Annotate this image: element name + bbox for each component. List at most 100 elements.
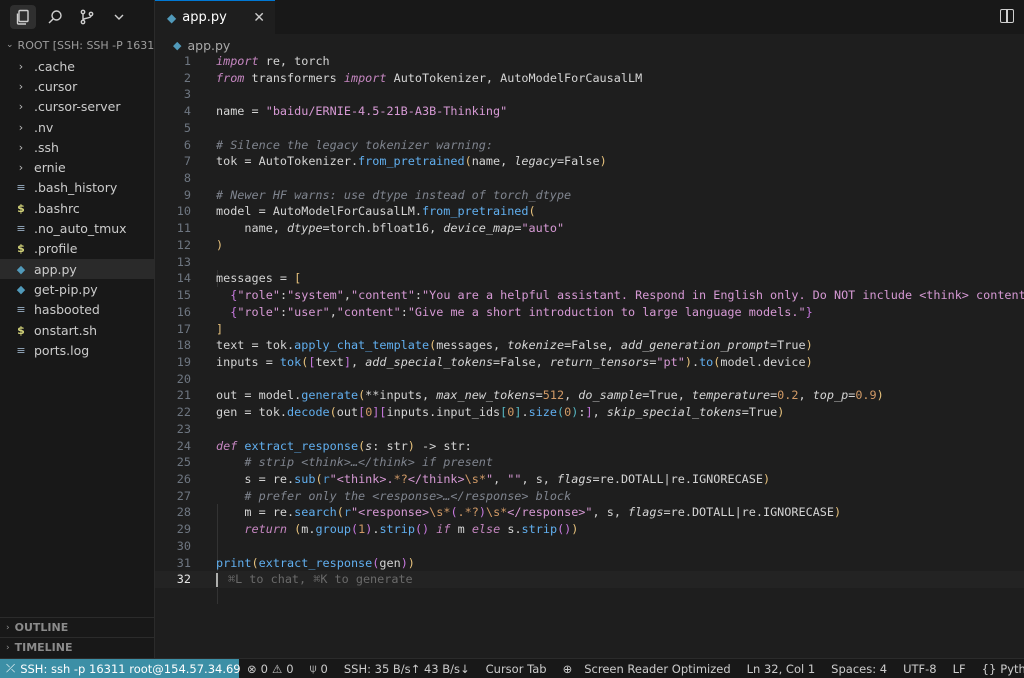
- python-file-icon: ◆: [16, 282, 26, 296]
- cursor-tab-label: Cursor Tab: [485, 661, 547, 676]
- code-line-current[interactable]: 32 ⌘L to chat, ⌘K to generate: [155, 571, 1024, 588]
- tree-item-label: onstart.sh: [34, 322, 98, 338]
- tree-item[interactable]: ◆ app.py: [0, 258, 154, 280]
- line-ending[interactable]: LF: [945, 662, 974, 676]
- code-text: # prefer only the <response>…</response>…: [244, 488, 572, 503]
- line-number: 31: [176, 555, 191, 570]
- line-number: 9: [183, 187, 191, 202]
- warning-count: 0: [286, 661, 294, 676]
- search-icon: [48, 10, 62, 24]
- outline-section[interactable]: › OUTLINE: [0, 617, 155, 637]
- cursor-position[interactable]: Ln 32, Col 1: [739, 662, 824, 676]
- antenna-icon: ⍦: [309, 661, 317, 675]
- code-line: 26 s = re.sub(r"<think>.*?</think>\s*", …: [155, 471, 1024, 488]
- tree-item[interactable]: ≡ ports.log: [0, 340, 154, 360]
- tree-item-label: ports.log: [34, 342, 90, 358]
- language-mode[interactable]: {} Python: [974, 662, 1024, 676]
- code-text: ⌘L to chat, ⌘K to generate: [216, 571, 413, 588]
- tree-item[interactable]: ≡ .no_auto_tmux: [0, 218, 154, 238]
- code-text: gen = tok.decode(out[0][inputs.input_ids…: [216, 405, 785, 420]
- code-line: 7 tok = AutoTokenizer.from_pretrained(nam…: [155, 153, 1024, 170]
- line-number: 21: [176, 388, 191, 403]
- python-file-icon: ◆: [173, 38, 182, 52]
- code-text: ): [216, 237, 224, 252]
- tree-item[interactable]: $ onstart.sh: [0, 320, 154, 340]
- tree-item[interactable]: › ernie: [0, 157, 154, 177]
- code-line: 20: [155, 371, 1024, 388]
- close-icon[interactable]: ✕: [253, 10, 265, 26]
- cursor-tab-status[interactable]: Cursor Tab: [478, 662, 555, 676]
- code-line: 3: [155, 86, 1024, 103]
- code-line: 29 return (m.group(1).strip() if m else …: [155, 521, 1024, 538]
- code-line: 6 # Silence the legacy tokenizer warning:: [155, 137, 1024, 154]
- tree-item[interactable]: ≡ hasbooted: [0, 300, 154, 320]
- indentation[interactable]: Spaces: 4: [823, 662, 895, 676]
- code-line: 27 # prefer only the <response>…</respon…: [155, 488, 1024, 505]
- remote-indicator[interactable]: ⤫ SSH: ssh -p 16311 root@154.57.34.69: [0, 658, 241, 678]
- line-number: 24: [176, 438, 191, 453]
- tree-item-label: .no_auto_tmux: [34, 221, 127, 237]
- problems-indicator[interactable]: ⊗ 0 ⚠ 0: [239, 662, 302, 676]
- indentation-label: Spaces: 4: [831, 661, 888, 676]
- source-control-button[interactable]: [74, 5, 100, 29]
- screen-reader-status[interactable]: ⊕ Screen Reader Optimized: [555, 662, 739, 676]
- tree-item-label: .ssh: [34, 139, 59, 155]
- code-text: name, dtype=torch.bfloat16, device_map="…: [216, 221, 565, 236]
- code-line: 18 text = tok.apply_chat_template(message…: [155, 337, 1024, 354]
- search-view-button[interactable]: [42, 5, 68, 29]
- chevron-right-icon: ›: [18, 79, 24, 93]
- code-text: tok = AutoTokenizer.from_pretrained(name…: [216, 154, 607, 169]
- code-line: 25 # strip <think>…</think> if present: [155, 454, 1024, 471]
- code-text: messages = [: [216, 271, 302, 286]
- code-text: from transformers import AutoTokenizer, …: [216, 70, 643, 85]
- tree-item-label: app.py: [34, 261, 77, 277]
- tree-item[interactable]: › .ssh: [0, 137, 154, 157]
- tree-item[interactable]: › .cache: [0, 56, 154, 76]
- code-text: name = "baidu/ERNIE-4.5-21B-A3B-Thinking…: [216, 104, 508, 119]
- workspace-root-header[interactable]: ⌄ ROOT [SSH: SSH -P 16311 ...: [0, 34, 154, 56]
- tree-item[interactable]: ◆ get-pip.py: [0, 279, 154, 299]
- outline-label: OUTLINE: [14, 621, 69, 634]
- code-line: 30: [155, 538, 1024, 555]
- more-views-button[interactable]: [106, 5, 132, 29]
- chevron-right-icon: ›: [18, 120, 24, 134]
- tree-item-label: get-pip.py: [34, 281, 98, 297]
- encoding-label: UTF-8: [903, 661, 937, 676]
- tree-item[interactable]: › .cursor: [0, 76, 154, 96]
- code-line: 2 from transformers import AutoTokenizer,…: [155, 70, 1024, 87]
- chevron-right-icon: ›: [6, 642, 10, 653]
- ssh-rate[interactable]: SSH: 35 B/s↑ 43 B/s↓: [336, 662, 478, 676]
- code-editor[interactable]: 1 import re, torch 2 from transformers imp…: [155, 53, 1024, 604]
- tree-item[interactable]: $ .bashrc: [0, 198, 154, 218]
- explorer-sidebar: ⌄ ROOT [SSH: SSH -P 16311 ... › .cache › .c…: [0, 0, 155, 658]
- code-text: {"role":"system","content":"You are a he…: [230, 288, 1024, 303]
- encoding[interactable]: UTF-8: [895, 662, 945, 676]
- explorer-view-button[interactable]: [10, 5, 36, 29]
- line-number: 2: [183, 70, 191, 85]
- tree-item[interactable]: $ .profile: [0, 239, 154, 259]
- code-text: print(extract_response(gen)): [216, 555, 415, 570]
- tree-item[interactable]: ≡ .bash_history: [0, 178, 154, 198]
- ports-indicator[interactable]: ⍦ 0: [302, 661, 336, 676]
- braces-icon: {}: [981, 661, 997, 676]
- code-line: 31 print(extract_response(gen)): [155, 555, 1024, 572]
- python-file-icon: ◆: [167, 10, 177, 25]
- timeline-section[interactable]: › TIMELINE: [0, 637, 155, 657]
- split-editor-icon[interactable]: [1000, 9, 1014, 23]
- line-number: 10: [176, 204, 191, 219]
- line-number: 17: [176, 321, 191, 336]
- tree-item[interactable]: › .nv: [0, 117, 154, 137]
- ai-hint: ⌘L to chat, ⌘K to generate: [228, 572, 413, 587]
- code-text: ]: [216, 321, 224, 336]
- tab-app-py[interactable]: ◆ app.py ✕: [155, 0, 275, 34]
- code-text: # Silence the legacy tokenizer warning:: [216, 137, 493, 152]
- tree-item[interactable]: › .cursor-server: [0, 97, 154, 117]
- remote-label: SSH: ssh -p 16311 root@154.57.34.69: [20, 661, 241, 676]
- workspace-root-label: ROOT [SSH: SSH -P 16311 ...: [17, 38, 154, 52]
- code-line: 15 {"role":"system","content":"You are a…: [155, 287, 1024, 304]
- code-line: 9 # Newer HF warns: use dtype instead of …: [155, 187, 1024, 204]
- code-text: out = model.generate(**inputs, max_new_t…: [216, 388, 884, 403]
- code-line: 12): [155, 237, 1024, 254]
- breadcrumb-file: app.py: [187, 37, 231, 53]
- shell-file-icon: $: [17, 242, 25, 256]
